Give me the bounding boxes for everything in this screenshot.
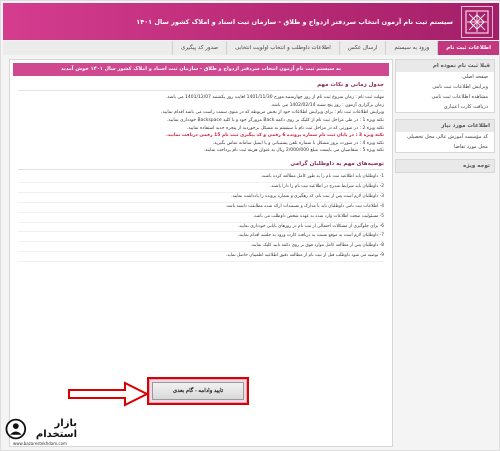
- emblem-icon: [461, 5, 493, 38]
- nav-applicant-info[interactable]: اطلاعات داوطلب و انتخاب اولویت انتخابی: [226, 41, 339, 55]
- main-navigation: اطلاعات ثبت نام ورود به سیستم ارسال عکس …: [3, 41, 499, 55]
- sidebar-special-title: توجه ویژه: [396, 160, 494, 172]
- guide-item: 9- توصیه می شود داوطلب قبل از ثبت نام از…: [18, 252, 384, 262]
- schedule-line: نکته ویژه 5 : متقاضیان می بایست مبلغ 2/0…: [203, 148, 384, 154]
- sidebar-link-location[interactable]: محل مورد تقاضا: [396, 142, 494, 152]
- schedule-line: زمان برگزاری آزمون : روز پنج شنبه 1402/0…: [270, 102, 384, 108]
- guide-item: 4- اطلاعات ثبت نامی داوطلبان باید با مدا…: [18, 203, 384, 213]
- guide-item: 5- مسئولیت صحت اطلاعات وارد شده به عهده …: [18, 213, 384, 223]
- sidebar-registered-title: قبلا ثبت نام نموده ام: [396, 60, 494, 72]
- sidebar-registered-box: قبلا ثبت نام نموده ام صفحه اصلی ویرایش ا…: [395, 59, 495, 113]
- guide-list: 1- داوطلبان باید اطلاعیه ثبت نام را به ط…: [18, 173, 384, 262]
- guide-item: 1- داوطلبان باید اطلاعیه ثبت نام را به ط…: [18, 173, 384, 183]
- page: سیستم ثبت نام آزمون انتخاب سردفتر ازدواج…: [0, 0, 500, 451]
- sidebar-required-title: اطلاعات مورد نیاز: [396, 120, 494, 132]
- welcome-banner: به سیستم ثبت نام آزمون انتخاب سردفتر ازد…: [13, 63, 389, 76]
- guide-item: 8- داوطلبان پس از مطالعه کامل موارد فوق …: [18, 242, 384, 253]
- red-arrow-icon: [68, 381, 149, 407]
- highlight-box: [147, 377, 249, 405]
- sidebar-link-view[interactable]: مشاهده اطلاعات ثبت نامی: [396, 92, 494, 102]
- watermark-url: www.bazarestekhdam.com: [13, 441, 67, 446]
- schedule-title: جدول زمانی و نکات مهم: [18, 82, 384, 91]
- guide-item: 2- داوطلبان باید شرایط مندرج در اطلاعیه …: [18, 183, 384, 193]
- watermark: بازار استخدام www.bazarestekhdam.com: [5, 409, 77, 449]
- watermark-logo-icon: [5, 418, 27, 440]
- site-header: سیستم ثبت نام آزمون انتخاب سردفتر ازدواج…: [3, 3, 499, 40]
- nav-send-photo[interactable]: ارسال عکس: [338, 41, 386, 55]
- schedule-line-highlight: نکته ویژه 3 : در پایان ثبت نام شماره پرو…: [166, 133, 384, 139]
- schedule-line: ویرایش اطلاعات ثبت نام : برای ویرایش اطل…: [161, 110, 384, 116]
- notice-title: توصیه‌های مهم به داوطلبان گرامی: [18, 161, 384, 171]
- nav-tracking-code[interactable]: صدور کد پیگیری: [171, 41, 226, 55]
- guide-item: 3- داوطلبان لازم است پس از ثبت نام، کد ر…: [18, 193, 384, 203]
- sidebar: قبلا ثبت نام نموده ام صفحه اصلی ویرایش ا…: [395, 59, 495, 179]
- sidebar-link-edit[interactable]: ویرایش اطلاعات ثبت نامی: [396, 82, 494, 92]
- sidebar-link-institute-code[interactable]: کد مؤسسه آموزش عالی محل تحصیلی: [396, 132, 494, 142]
- sidebar-link-card[interactable]: دریافت کارت اعتباری: [396, 102, 494, 112]
- site-title: سیستم ثبت نام آزمون انتخاب سردفتر ازدواج…: [136, 17, 453, 26]
- sidebar-special-box: توجه ویژه: [395, 159, 495, 173]
- nav-registration-info[interactable]: اطلاعات ثبت نام: [437, 41, 499, 55]
- schedule-line: نکته ویژه 2 : در صورتی که در مراحل ثبت ن…: [186, 125, 384, 131]
- sidebar-link-home[interactable]: صفحه اصلی: [396, 72, 494, 82]
- schedule-line: مهلت ثبت نام : زمان شروع ثبت نام از روز …: [165, 95, 384, 100]
- schedule-line: نکته ویژه 1 : در طی مراحل ثبت نام از کلی…: [166, 117, 384, 123]
- guide-item: 7- داوطلبان لازم است به موقع نسبت به دری…: [18, 232, 384, 243]
- sidebar-required-box: اطلاعات مورد نیاز کد مؤسسه آموزش عالی مح…: [395, 119, 495, 153]
- watermark-text: بازار استخدام: [35, 418, 77, 440]
- schedule-line: نکته ویژه 4 : در صورت بروز مشکل با شماره…: [212, 140, 384, 146]
- guide-item: 6- برای جلوگیری از مشکلات احتمالی از ثبت…: [18, 223, 384, 233]
- nav-login[interactable]: ورود به سیستم: [385, 41, 437, 55]
